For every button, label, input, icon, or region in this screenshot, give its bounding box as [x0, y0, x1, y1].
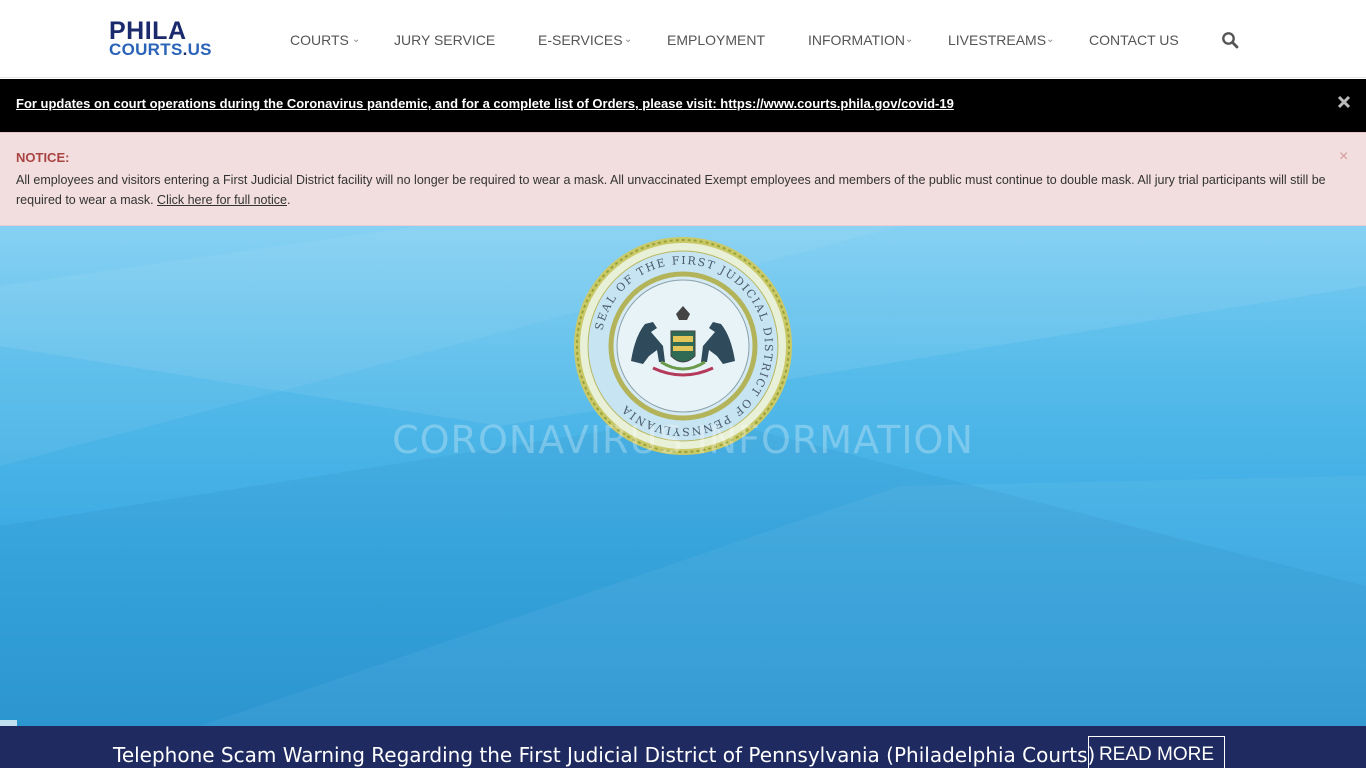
nav-e-services[interactable]: E-SERVICES ⌄: [538, 30, 632, 50]
nav-employment[interactable]: EMPLOYMENT: [667, 30, 765, 50]
hero-slider[interactable]: SEAL OF THE FIRST JUDICIAL DISTRICT OF P…: [0, 226, 1366, 726]
chevron-down-icon: ⌄: [624, 34, 633, 45]
close-icon[interactable]: [1337, 95, 1351, 109]
notice-alert: NOTICE: All employees and visitors enter…: [0, 132, 1366, 226]
covid-info-link[interactable]: For updates on court operations during t…: [16, 96, 954, 111]
nav-courts[interactable]: COURTS ⌄: [290, 30, 360, 50]
news-headline: Telephone Scam Warning Regarding the Fir…: [113, 743, 1096, 767]
search-icon[interactable]: [1221, 31, 1239, 49]
chevron-down-icon: ⌄: [352, 34, 361, 45]
nav-information[interactable]: INFORMATION ⌄: [808, 30, 913, 50]
notice-title: NOTICE:: [16, 150, 70, 165]
site-logo[interactable]: PHILA COURTS.US: [109, 17, 224, 60]
nav-livestreams[interactable]: LIVESTREAMS ⌄: [948, 30, 1054, 50]
nav-jury-service[interactable]: JURY SERVICE: [394, 30, 495, 50]
logo-courts-us: COURTS.US: [109, 40, 212, 59]
site-header: PHILA COURTS.US COURTS ⌄ JURY SERVICE E-…: [0, 0, 1366, 78]
full-notice-link[interactable]: Click here for full notice: [157, 193, 287, 207]
notice-body: All employees and visitors entering a Fi…: [16, 173, 1326, 207]
chevron-down-icon: ⌄: [1046, 34, 1055, 45]
covid-banner: For updates on court operations during t…: [0, 79, 1366, 132]
nav-contact-us[interactable]: CONTACT US: [1089, 30, 1179, 50]
logo-phila: PHILA: [109, 17, 187, 45]
notice-close-icon[interactable]: ×: [1339, 149, 1348, 165]
read-more-button[interactable]: READ MORE: [1088, 736, 1225, 768]
hero-title: CORONAVIRUS INFORMATION: [392, 418, 974, 462]
chevron-down-icon: ⌄: [905, 34, 914, 45]
news-bar: Telephone Scam Warning Regarding the Fir…: [0, 726, 1366, 768]
